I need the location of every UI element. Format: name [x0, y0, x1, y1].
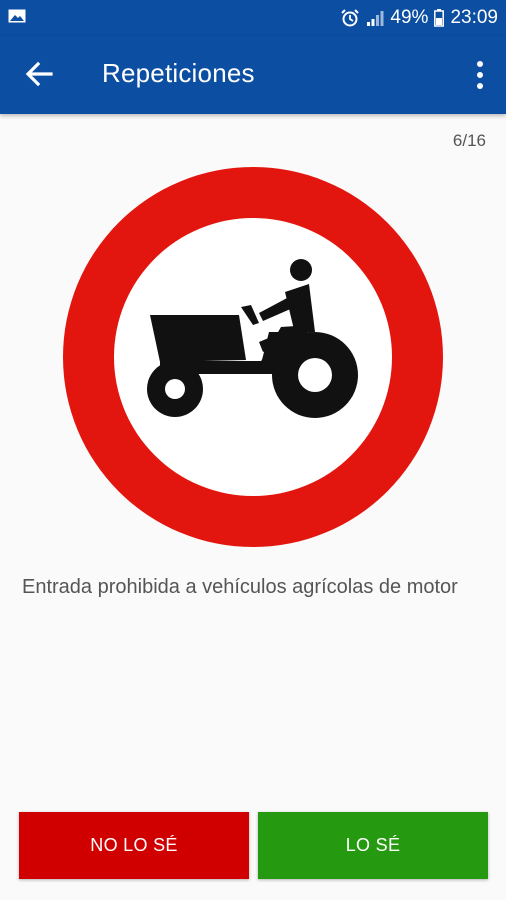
know-button[interactable]: LO SÉ [258, 812, 488, 879]
battery-icon [434, 9, 445, 27]
clock: 23:09 [450, 7, 498, 28]
page-title: Repeticiones [102, 58, 255, 88]
sign-description: Entrada prohibida a vehículos agrícolas … [22, 576, 458, 598]
back-arrow-icon[interactable] [24, 59, 54, 89]
no-agricultural-vehicles-sign-icon [63, 167, 443, 547]
battery-percent: 49% [390, 7, 429, 28]
signal-icon [367, 11, 384, 26]
alarm-icon [341, 9, 360, 27]
progress-counter: 6/16 [452, 131, 486, 150]
dont-know-button[interactable]: NO LO SÉ [19, 812, 249, 879]
more-vert-icon[interactable] [474, 60, 486, 90]
app-bar: Repeticiones [0, 36, 506, 114]
status-indicators: 49% 23:09 [340, 7, 498, 29]
status-bar: 49% 23:09 [0, 0, 506, 36]
image-icon [8, 9, 26, 23]
